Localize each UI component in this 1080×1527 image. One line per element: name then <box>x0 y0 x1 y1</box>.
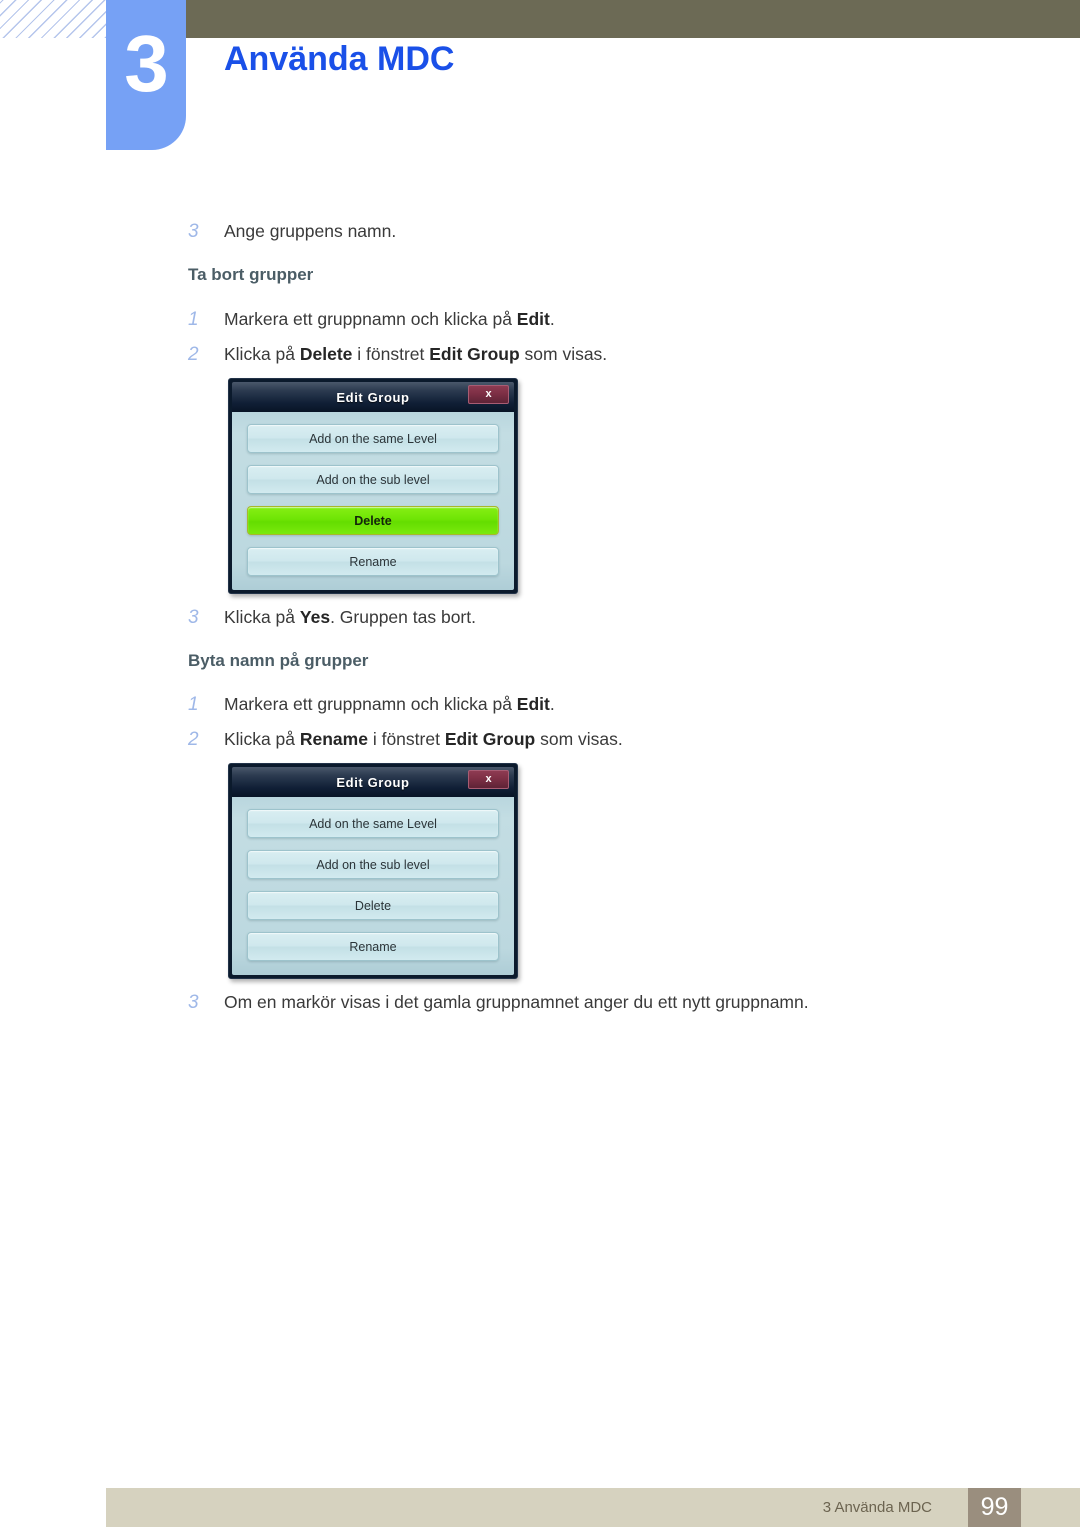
add-on-same-level-button[interactable]: Add on the same Level <box>247 424 499 453</box>
add-on-sub-level-button[interactable]: Add on the sub level <box>247 850 499 879</box>
header-olive-bar <box>186 0 1080 38</box>
section-heading-delete-groups: Ta bort grupper <box>188 265 314 284</box>
step-number: 1 <box>188 309 199 330</box>
step-text: Klicka på Rename i fönstret Edit Group s… <box>224 729 623 749</box>
step-item: 1 Markera ett gruppnamn och klicka på Ed… <box>188 308 555 332</box>
dialog-title: Edit Group <box>336 774 410 790</box>
edit-group-dialog[interactable]: Edit Group x Add on the same Level Add o… <box>228 378 518 594</box>
step-item: 2 Klicka på Rename i fönstret Edit Group… <box>188 728 623 752</box>
step-item: 2 Klicka på Delete i fönstret Edit Group… <box>188 343 607 367</box>
step-text: Klicka på Yes. Gruppen tas bort. <box>224 607 476 627</box>
step-item: 3 Ange gruppens namn. <box>188 220 396 244</box>
step-number: 2 <box>188 729 199 750</box>
rename-button[interactable]: Rename <box>247 932 499 961</box>
step-number: 3 <box>188 992 199 1013</box>
dialog-title: Edit Group <box>336 389 410 405</box>
step-text: Markera ett gruppnamn och klicka på Edit… <box>224 309 555 329</box>
dialog-body: Add on the same Level Add on the sub lev… <box>232 412 514 590</box>
dialog-title-bar: Edit Group x <box>232 382 514 412</box>
page-title: Använda MDC <box>224 40 455 78</box>
dialog-body: Add on the same Level Add on the sub lev… <box>232 797 514 975</box>
step-number: 1 <box>188 694 199 715</box>
step-number: 2 <box>188 344 199 365</box>
add-on-same-level-button[interactable]: Add on the same Level <box>247 809 499 838</box>
delete-button[interactable]: Delete <box>247 891 499 920</box>
footer-chapter-label: 3 Använda MDC <box>822 1499 932 1516</box>
step-item: 3 Klicka på Yes. Gruppen tas bort. <box>188 606 476 630</box>
step-number: 3 <box>188 221 199 242</box>
header-hatch-decoration <box>0 0 106 38</box>
dialog-title-bar: Edit Group x <box>232 767 514 797</box>
chapter-number-badge: 3 <box>106 0 186 150</box>
delete-button[interactable]: Delete <box>247 506 499 535</box>
step-number: 3 <box>188 607 199 628</box>
step-item: 1 Markera ett gruppnamn och klicka på Ed… <box>188 693 555 717</box>
rename-button[interactable]: Rename <box>247 547 499 576</box>
step-item: 3 Om en markör visas i det gamla gruppna… <box>188 991 809 1015</box>
step-text: Klicka på Delete i fönstret Edit Group s… <box>224 344 608 364</box>
step-text: Ange gruppens namn. <box>224 221 397 241</box>
step-text: Om en markör visas i det gamla gruppnamn… <box>224 992 809 1012</box>
edit-group-dialog[interactable]: Edit Group x Add on the same Level Add o… <box>228 763 518 979</box>
close-icon[interactable]: x <box>468 385 509 404</box>
page-number: 99 <box>968 1488 1021 1527</box>
close-icon[interactable]: x <box>468 770 509 789</box>
add-on-sub-level-button[interactable]: Add on the sub level <box>247 465 499 494</box>
section-heading-rename-groups: Byta namn på grupper <box>188 651 369 670</box>
step-text: Markera ett gruppnamn och klicka på Edit… <box>224 694 555 714</box>
footer-bar <box>106 1488 1080 1527</box>
